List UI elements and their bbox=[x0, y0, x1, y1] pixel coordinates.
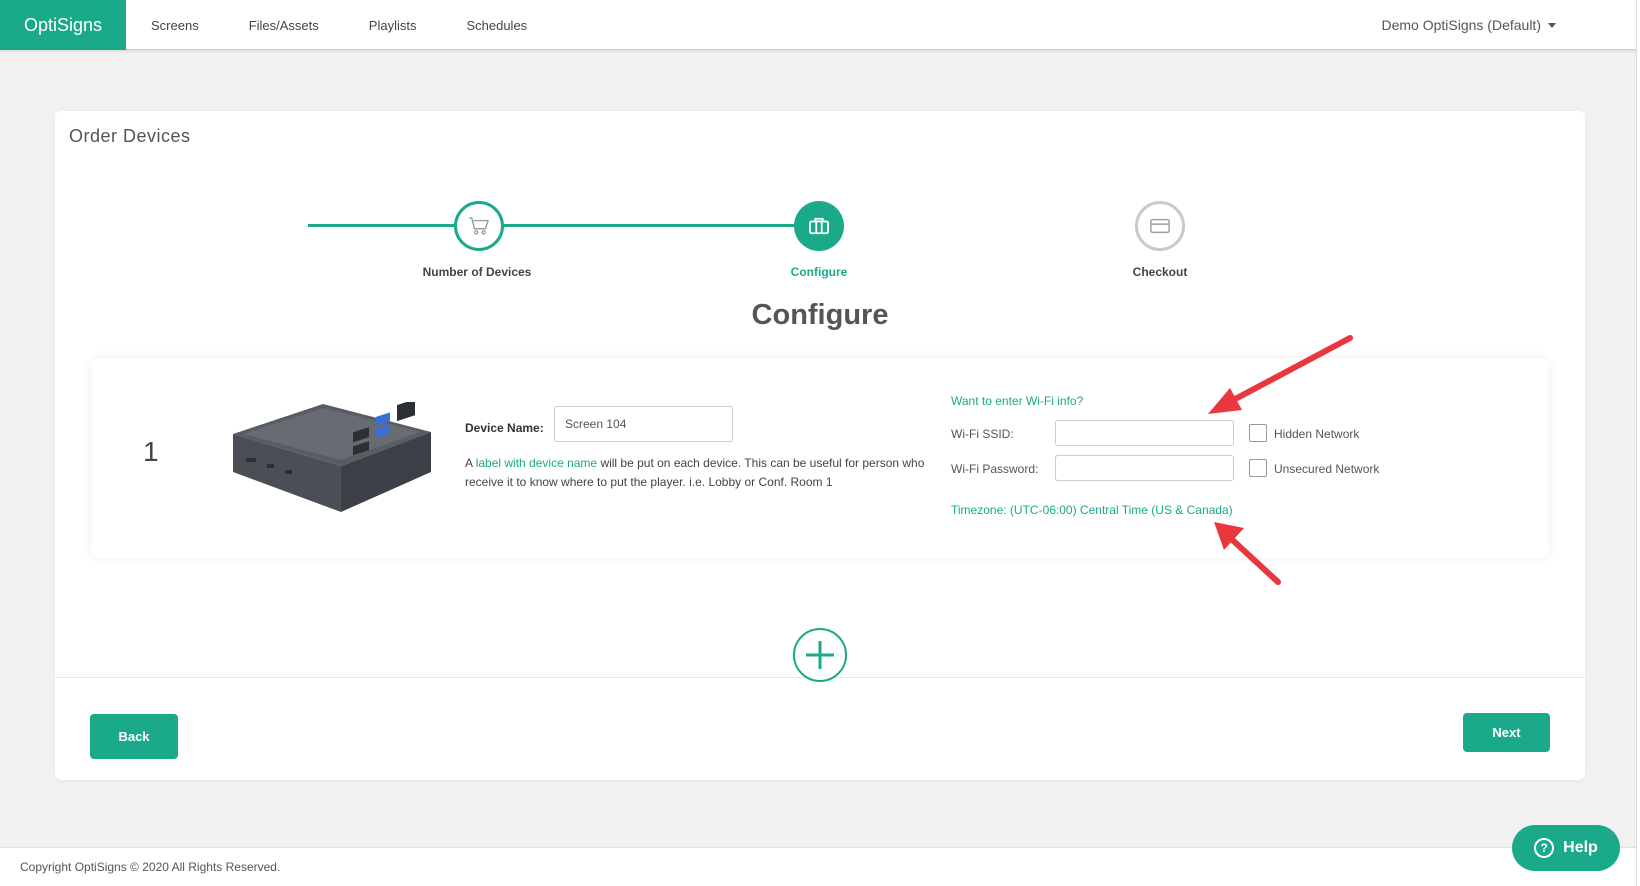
hidden-network-checkbox[interactable] bbox=[1249, 424, 1267, 442]
device-name-input[interactable] bbox=[554, 406, 733, 442]
stepper-line-progress-2 bbox=[488, 224, 831, 227]
timezone-link[interactable]: Timezone: (UTC-06:00) Central Time (US &… bbox=[951, 503, 1233, 517]
order-devices-card: Order Devices Number of Devices Configur… bbox=[55, 111, 1585, 780]
wifi-ssid-input[interactable] bbox=[1055, 420, 1234, 446]
wifi-ssid-label: Wi-Fi SSID: bbox=[951, 427, 1014, 441]
annotation-arrow-timezone bbox=[1214, 522, 1281, 585]
step-checkout[interactable] bbox=[1135, 201, 1185, 251]
step-label-configure: Configure bbox=[790, 265, 848, 279]
account-name: Demo OptiSigns (Default) bbox=[1381, 17, 1541, 33]
window-edge bbox=[1636, 0, 1640, 886]
hidden-network-label: Hidden Network bbox=[1274, 427, 1360, 441]
briefcase-icon bbox=[809, 217, 829, 235]
help-button[interactable]: ? Help bbox=[1512, 825, 1620, 871]
cart-icon bbox=[469, 217, 489, 235]
question-icon: ? bbox=[1534, 838, 1555, 858]
wifi-password-label: Wi-Fi Password: bbox=[951, 462, 1039, 476]
add-device-button[interactable] bbox=[793, 628, 847, 682]
wifi-password-input[interactable] bbox=[1055, 455, 1234, 481]
device-name-help: A label with device name will be put on … bbox=[465, 454, 935, 492]
back-button[interactable]: Back bbox=[90, 714, 178, 759]
help-prefix: A bbox=[465, 456, 473, 470]
footer: Copyright OptiSigns © 2020 All Rights Re… bbox=[0, 847, 1636, 886]
top-navbar: OptiSigns Screens Files/Assets Playlists… bbox=[0, 0, 1640, 50]
nav-schedules[interactable]: Schedules bbox=[441, 0, 552, 50]
raspberry-pi-device-image bbox=[233, 402, 431, 512]
device-row-number: 1 bbox=[143, 436, 159, 467]
copyright-text: Copyright OptiSigns © 2020 All Rights Re… bbox=[20, 860, 281, 874]
account-dropdown[interactable]: Demo OptiSigns (Default) bbox=[1381, 0, 1556, 50]
page-title: Order Devices bbox=[69, 126, 191, 146]
section-title: Configure bbox=[751, 299, 889, 331]
next-button[interactable]: Next bbox=[1463, 713, 1550, 752]
plus-icon bbox=[806, 641, 834, 669]
annotation-arrow-wifi bbox=[1208, 335, 1353, 414]
nav-files-assets[interactable]: Files/Assets bbox=[224, 0, 344, 50]
step-configure[interactable] bbox=[794, 201, 844, 251]
unsecured-network-checkbox[interactable] bbox=[1249, 459, 1267, 477]
unsecured-network-label: Unsecured Network bbox=[1274, 462, 1380, 476]
nav-playlists[interactable]: Playlists bbox=[344, 0, 442, 50]
brand-logo[interactable]: OptiSigns bbox=[0, 0, 126, 50]
step-label-checkout: Checkout bbox=[1132, 265, 1188, 279]
step-number-of-devices[interactable] bbox=[454, 201, 504, 251]
device-name-label: Device Name: bbox=[465, 421, 544, 435]
caret-down-icon bbox=[1548, 22, 1556, 28]
step-label-number-of-devices: Number of Devices bbox=[422, 265, 532, 279]
nav-links: Screens Files/Assets Playlists Schedules bbox=[126, 0, 552, 50]
wifi-info-link[interactable]: Want to enter Wi-Fi info? bbox=[951, 394, 1083, 408]
credit-card-icon bbox=[1150, 218, 1170, 234]
label-with-device-name-link[interactable]: label with device name bbox=[476, 456, 597, 470]
nav-screens[interactable]: Screens bbox=[126, 0, 224, 50]
help-label: Help bbox=[1563, 839, 1598, 856]
